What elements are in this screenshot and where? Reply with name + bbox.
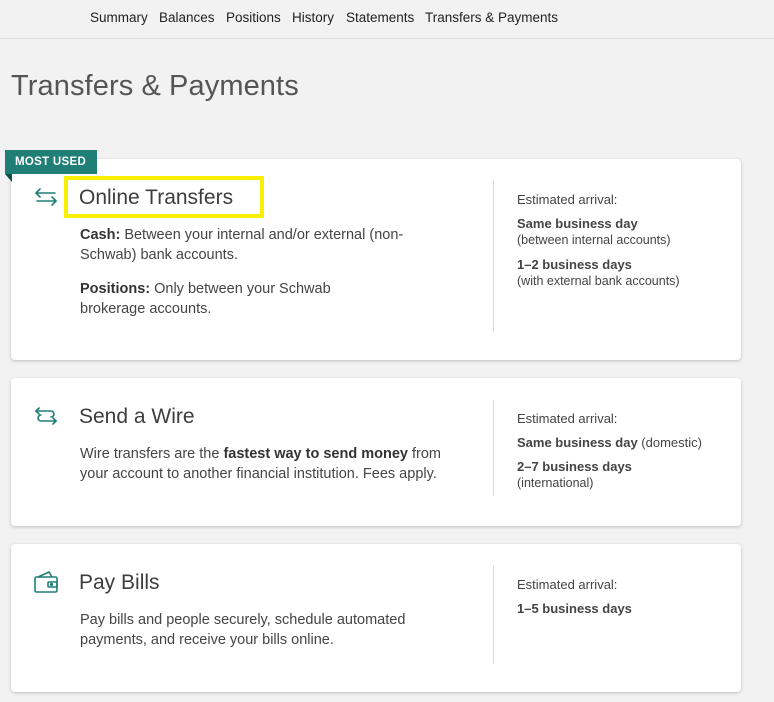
card-divider: [493, 566, 494, 664]
cash-label: Cash:: [80, 227, 121, 243]
online-transfers-positions-desc: Positions: Only between your Schwab brok…: [80, 279, 380, 319]
arrival-1-2-days-note: (with external bank accounts): [517, 274, 680, 288]
card-divider: [493, 181, 494, 331]
pay-bills-card[interactable]: Pay Bills Pay bills and people securely,…: [11, 544, 741, 692]
online-transfers-card[interactable]: Online Transfers Cash: Between your inte…: [11, 159, 741, 360]
card-divider: [493, 400, 494, 496]
pay-bills-desc: Pay bills and people securely, schedule …: [80, 612, 406, 648]
cash-text: Between your internal and/or external (n…: [80, 227, 404, 263]
arrival-domestic-note: (domestic): [637, 435, 702, 450]
nav-history[interactable]: History: [292, 10, 334, 25]
badge-fold: [5, 174, 12, 182]
arrival-1-5-days: 1–5 business days: [517, 601, 632, 616]
page-title: Transfers & Payments: [11, 70, 299, 102]
nav-summary[interactable]: Summary: [90, 10, 148, 25]
wallet-icon: [33, 570, 59, 599]
arrival-same-day: Same business day: [517, 216, 638, 231]
arrows-left-right-icon: [33, 187, 59, 212]
arrival-2-7-days: 2–7 business days: [517, 459, 632, 474]
nav-statements[interactable]: Statements: [346, 10, 414, 25]
send-a-wire-desc: Wire transfers are the fastest way to se…: [80, 444, 470, 484]
positions-label: Positions:: [80, 281, 151, 297]
arrival-1-2-days: 1–2 business days: [517, 257, 632, 272]
account-nav-bar: Summary Balances Positions History State…: [0, 0, 774, 39]
arrival-same-day: Same business day (domestic): [517, 435, 702, 450]
send-a-wire-card[interactable]: Send a Wire Wire transfers are the faste…: [11, 378, 741, 526]
online-transfers-title[interactable]: Online Transfers: [79, 186, 233, 210]
send-a-wire-title[interactable]: Send a Wire: [79, 405, 195, 429]
online-transfers-cash-desc: Cash: Between your internal and/or exter…: [80, 225, 410, 265]
arrival-same-day-strong: Same business day: [517, 435, 638, 450]
nav-balances[interactable]: Balances: [159, 10, 215, 25]
arrival-international-note: (international): [517, 476, 594, 490]
estimated-arrival-label: Estimated arrival:: [517, 411, 618, 426]
wire-desc-bold: fastest way to send money: [223, 446, 408, 462]
nav-positions[interactable]: Positions: [226, 10, 281, 25]
estimated-arrival-label: Estimated arrival:: [517, 192, 618, 207]
estimated-arrival-label: Estimated arrival:: [517, 577, 618, 592]
wire-transfer-icon: [33, 405, 59, 432]
most-used-badge: MOST USED: [5, 150, 98, 174]
wire-desc-pre: Wire transfers are the: [80, 446, 224, 462]
arrival-same-day-note: (between internal accounts): [517, 233, 671, 247]
nav-transfers-payments[interactable]: Transfers & Payments: [425, 10, 558, 25]
pay-bills-title[interactable]: Pay Bills: [79, 571, 160, 595]
